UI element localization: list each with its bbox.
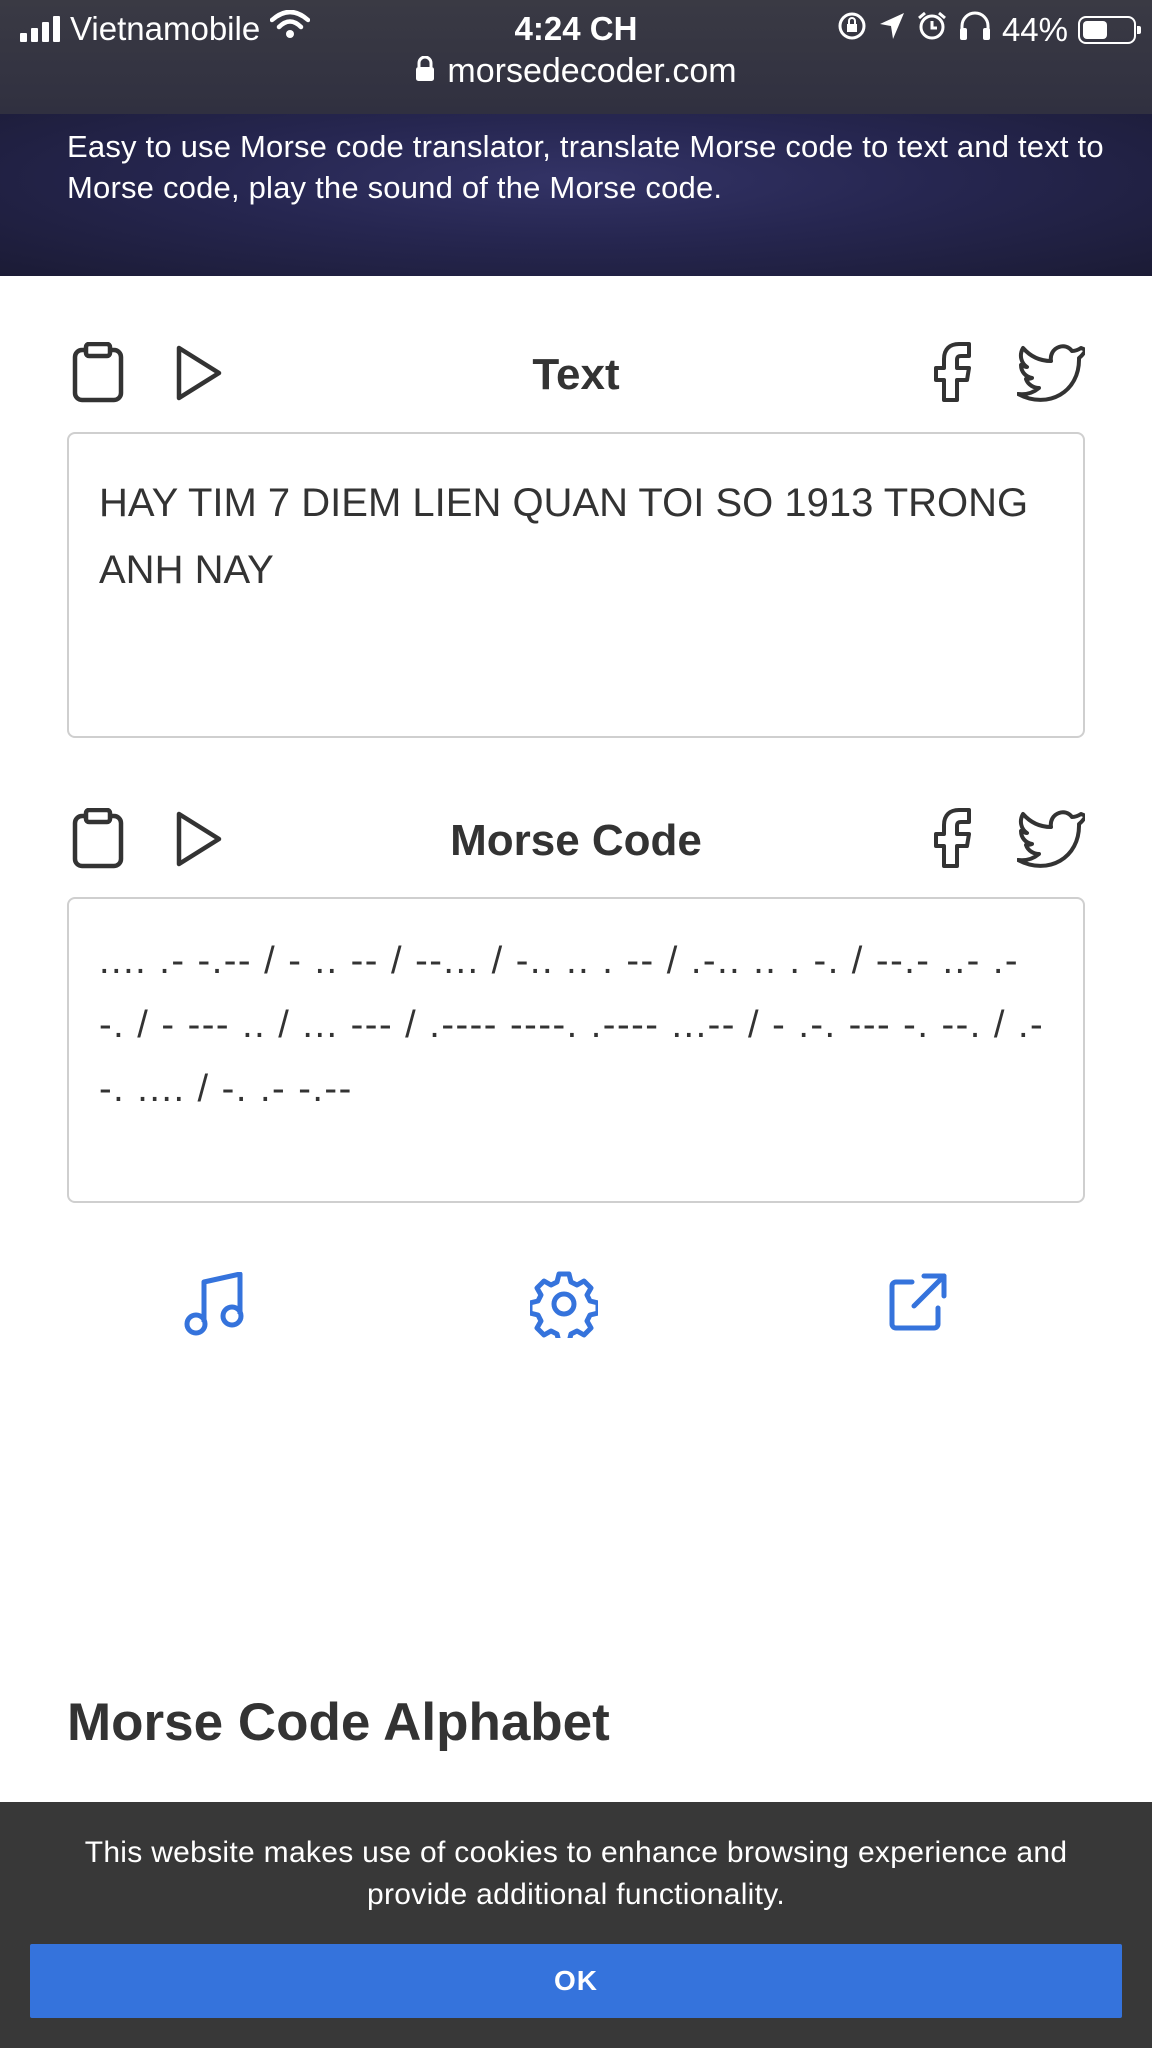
- tools-row: [0, 1268, 1152, 1338]
- cookie-message: This website makes use of cookies to enh…: [84, 1836, 1068, 1911]
- text-input[interactable]: HAY TIM 7 DIEM LIEN QUAN TOI SO 1913 TRO…: [67, 432, 1085, 738]
- alarm-icon: [916, 10, 948, 50]
- wifi-icon: [269, 9, 311, 48]
- facebook-icon[interactable]: [929, 806, 975, 870]
- clipboard-icon[interactable]: [71, 808, 125, 870]
- cookie-ok-button[interactable]: OK: [30, 1944, 1122, 2018]
- hero-banner: Easy to use Morse code translator, trans…: [0, 114, 1152, 276]
- battery-icon: [1078, 16, 1141, 44]
- play-icon[interactable]: [174, 810, 224, 868]
- carrier-label: Vietnamobile: [70, 10, 261, 47]
- facebook-icon[interactable]: [929, 340, 975, 404]
- clipboard-icon[interactable]: [71, 342, 125, 404]
- orientation-lock-icon: [836, 10, 868, 50]
- play-icon[interactable]: [174, 344, 224, 402]
- location-icon: [878, 11, 906, 49]
- twitter-icon[interactable]: [1017, 808, 1085, 868]
- gear-icon[interactable]: [530, 1270, 598, 1338]
- text-panel-header: Text: [67, 334, 1085, 414]
- cookie-banner: This website makes use of cookies to enh…: [0, 1802, 1152, 2048]
- music-note-icon[interactable]: [184, 1272, 246, 1336]
- signal-icon: [20, 16, 60, 42]
- morse-input[interactable]: .... .- -.-- / - .. -- / --... / -.. .. …: [67, 897, 1085, 1203]
- address-bar[interactable]: morsedecoder.com: [0, 52, 1152, 91]
- url-text[interactable]: morsedecoder.com: [447, 52, 736, 91]
- lock-icon: [415, 52, 435, 91]
- status-bar: Vietnamobile 4:24 CH 44% morsedecoder.co…: [0, 0, 1152, 114]
- morse-panel-header: Morse Code: [67, 800, 1085, 880]
- headphones-icon: [958, 10, 992, 50]
- battery-percent: 44%: [1001, 11, 1068, 48]
- external-link-icon[interactable]: [886, 1272, 948, 1334]
- twitter-icon[interactable]: [1017, 342, 1085, 402]
- alphabet-section-title: Morse Code Alphabet: [67, 1693, 610, 1752]
- hero-description: Easy to use Morse code translator, trans…: [67, 129, 1104, 205]
